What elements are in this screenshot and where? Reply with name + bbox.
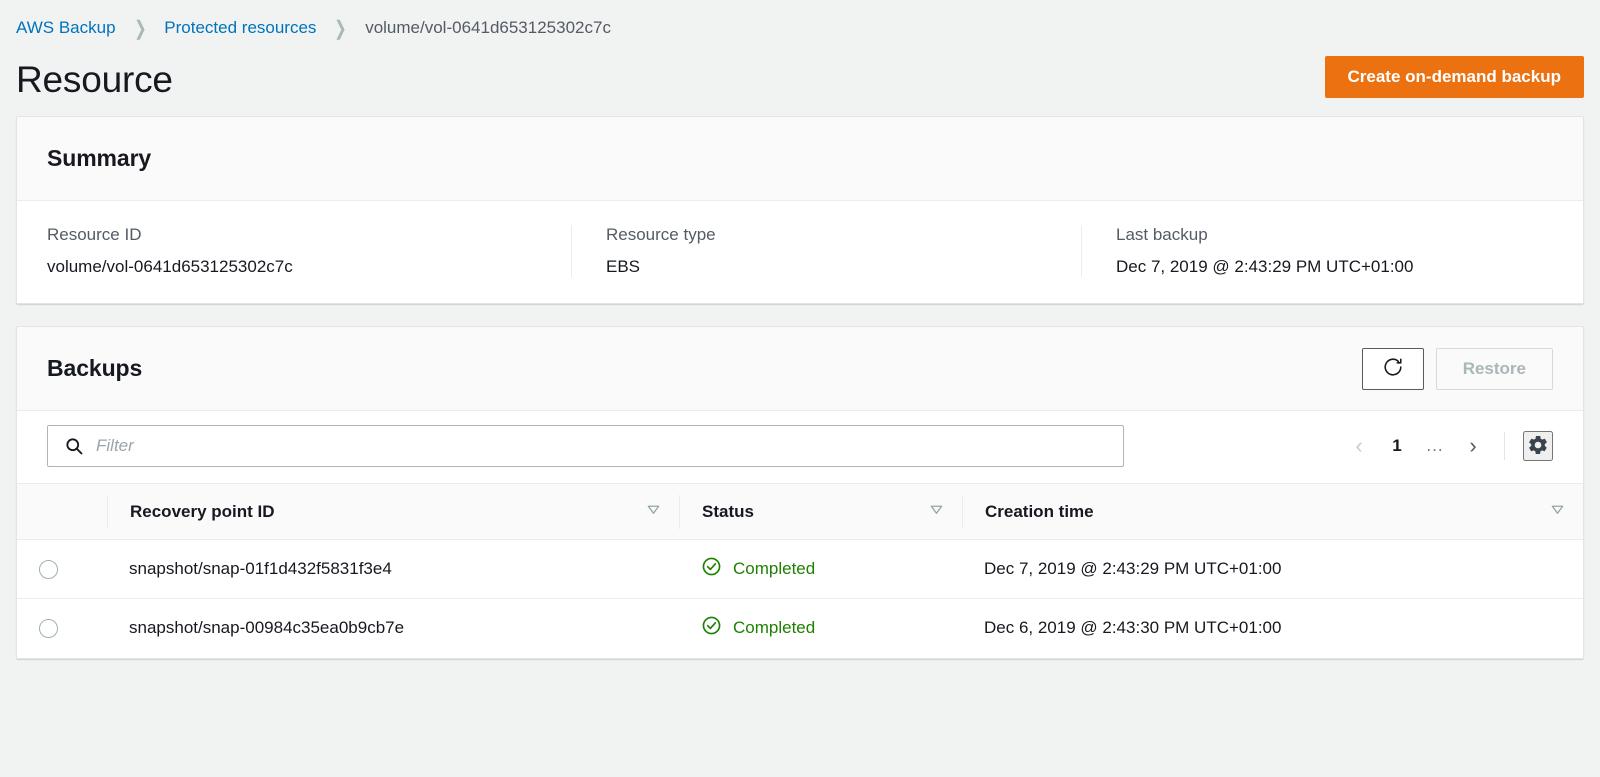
pagination-next-button[interactable]: ›	[1456, 428, 1490, 464]
summary-card-body: Resource ID volume/vol-0641d653125302c7c…	[17, 201, 1583, 303]
status-completed-icon	[701, 556, 722, 582]
gear-icon	[1527, 434, 1549, 459]
summary-field-resource-id: Resource ID volume/vol-0641d653125302c7c	[47, 225, 571, 277]
filter-input[interactable]	[96, 436, 1123, 456]
title-row: Resource Create on-demand backup	[16, 50, 1584, 116]
backups-actions: Restore	[1361, 347, 1553, 390]
status-completed-icon	[701, 615, 722, 641]
page-root: AWS Backup ❯ Protected resources ❯ volum…	[0, 0, 1600, 777]
column-label-creation-time: Creation time	[985, 501, 1094, 521]
backups-table: Recovery point ID Status Creation time s…	[17, 483, 1583, 658]
column-header-creation-time[interactable]: Creation time	[962, 483, 1583, 540]
status-badge: Completed	[733, 618, 816, 638]
pagination-page-1[interactable]: 1	[1380, 428, 1414, 464]
resource-type-value: EBS	[606, 257, 641, 276]
breadcrumb-separator-icon: ❯	[334, 17, 348, 40]
refresh-icon	[1382, 356, 1404, 381]
breadcrumb-item-protected-resources[interactable]: Protected resources	[164, 18, 316, 38]
table-header-row: Recovery point ID Status Creation time	[17, 483, 1583, 540]
last-backup-label: Last backup	[1116, 225, 1208, 244]
resource-id-label: Resource ID	[47, 225, 142, 244]
cell-status: Completed	[679, 539, 962, 599]
backups-title: Backups	[47, 355, 143, 381]
summary-card-header: Summary	[17, 117, 1583, 201]
cell-recovery-point-id: snapshot/snap-00984c35ea0b9cb7e	[107, 598, 679, 658]
breadcrumb-separator-icon: ❯	[133, 17, 147, 40]
row-select-cell[interactable]	[17, 539, 107, 599]
pagination-prev-button[interactable]: ‹	[1342, 428, 1376, 464]
summary-fields: Resource ID volume/vol-0641d653125302c7c…	[17, 201, 1583, 303]
sort-descending-icon[interactable]	[929, 502, 944, 522]
resource-type-label: Resource type	[606, 225, 716, 244]
search-icon	[64, 436, 84, 456]
summary-card: Summary Resource ID volume/vol-0641d6531…	[16, 116, 1584, 304]
backups-card-body: ‹ 1 ... ›	[17, 411, 1583, 658]
table-preferences-button[interactable]	[1523, 431, 1553, 461]
pagination-ellipsis: ...	[1418, 428, 1452, 464]
row-radio-button[interactable]	[39, 618, 58, 638]
table-row[interactable]: snapshot/snap-00984c35ea0b9cb7e Complete…	[17, 598, 1583, 658]
refresh-button[interactable]	[1361, 347, 1424, 390]
summary-field-last-backup: Last backup Dec 7, 2019 @ 2:43:29 PM UTC…	[1081, 225, 1553, 277]
column-header-status[interactable]: Status	[679, 483, 962, 540]
backups-table-body: snapshot/snap-01f1d432f5831f3e4 Complete…	[17, 539, 1583, 658]
column-header-recovery-point-id[interactable]: Recovery point ID	[107, 483, 679, 540]
cell-creation-time: Dec 6, 2019 @ 2:43:30 PM UTC+01:00	[962, 598, 1583, 658]
restore-button[interactable]: Restore	[1435, 347, 1553, 390]
column-label-recovery-point-id: Recovery point ID	[130, 501, 275, 521]
backups-filter-row: ‹ 1 ... ›	[17, 411, 1583, 483]
sort-descending-icon[interactable]	[1550, 502, 1565, 522]
breadcrumb-item-current: volume/vol-0641d653125302c7c	[365, 18, 611, 37]
backups-card-header: Backups Restore	[17, 327, 1583, 411]
summary-field-resource-type: Resource type EBS	[571, 225, 1081, 277]
summary-title: Summary	[47, 145, 152, 171]
cell-creation-time: Dec 7, 2019 @ 2:43:29 PM UTC+01:00	[962, 539, 1583, 599]
cell-recovery-point-id: snapshot/snap-01f1d432f5831f3e4	[107, 539, 679, 599]
status-badge: Completed	[733, 559, 816, 578]
sort-descending-icon[interactable]	[646, 502, 661, 522]
row-radio-button[interactable]	[39, 559, 58, 579]
pagination: ‹ 1 ... ›	[1342, 428, 1553, 464]
breadcrumb-item-aws-backup[interactable]: AWS Backup	[16, 18, 116, 38]
breadcrumb: AWS Backup ❯ Protected resources ❯ volum…	[16, 0, 1584, 50]
filter-search-box[interactable]	[47, 425, 1124, 467]
column-label-status: Status	[702, 501, 754, 521]
backups-card: Backups Restore Filter ‹ 1 ... › Recover…	[16, 326, 1584, 659]
backups-table-head: Recovery point ID Status Creation time	[17, 483, 1583, 540]
cell-status: Completed	[679, 598, 962, 658]
row-select-cell[interactable]	[17, 598, 107, 658]
resource-id-value: volume/vol-0641d653125302c7c	[47, 257, 293, 276]
table-row[interactable]: snapshot/snap-01f1d432f5831f3e4 Complete…	[17, 539, 1583, 599]
column-header-select	[17, 483, 107, 540]
create-on-demand-backup-button[interactable]: Create on-demand backup	[1324, 56, 1584, 98]
last-backup-value: Dec 7, 2019 @ 2:43:29 PM UTC+01:00	[1116, 257, 1414, 276]
pagination-divider	[1504, 432, 1505, 460]
